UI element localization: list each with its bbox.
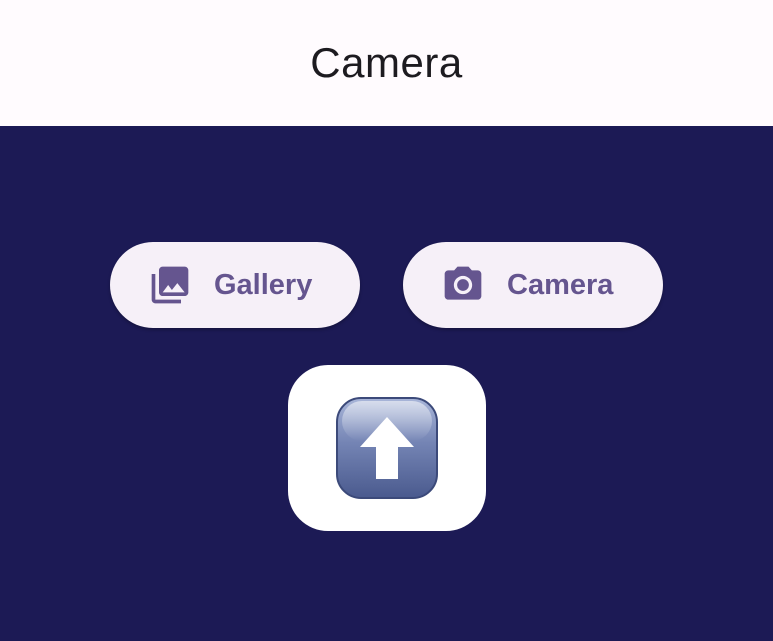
- photo-library-icon: [148, 263, 192, 307]
- upload-arrow-icon: [336, 397, 438, 499]
- camera-button-label: Camera: [507, 268, 614, 301]
- image-preview[interactable]: [288, 365, 486, 531]
- gallery-button[interactable]: Gallery: [110, 242, 360, 328]
- camera-button[interactable]: Camera: [403, 242, 663, 328]
- gallery-button-label: Gallery: [214, 268, 313, 301]
- app-bar: Camera: [0, 0, 773, 126]
- camera-icon: [441, 263, 485, 307]
- page-title: Camera: [310, 39, 463, 86]
